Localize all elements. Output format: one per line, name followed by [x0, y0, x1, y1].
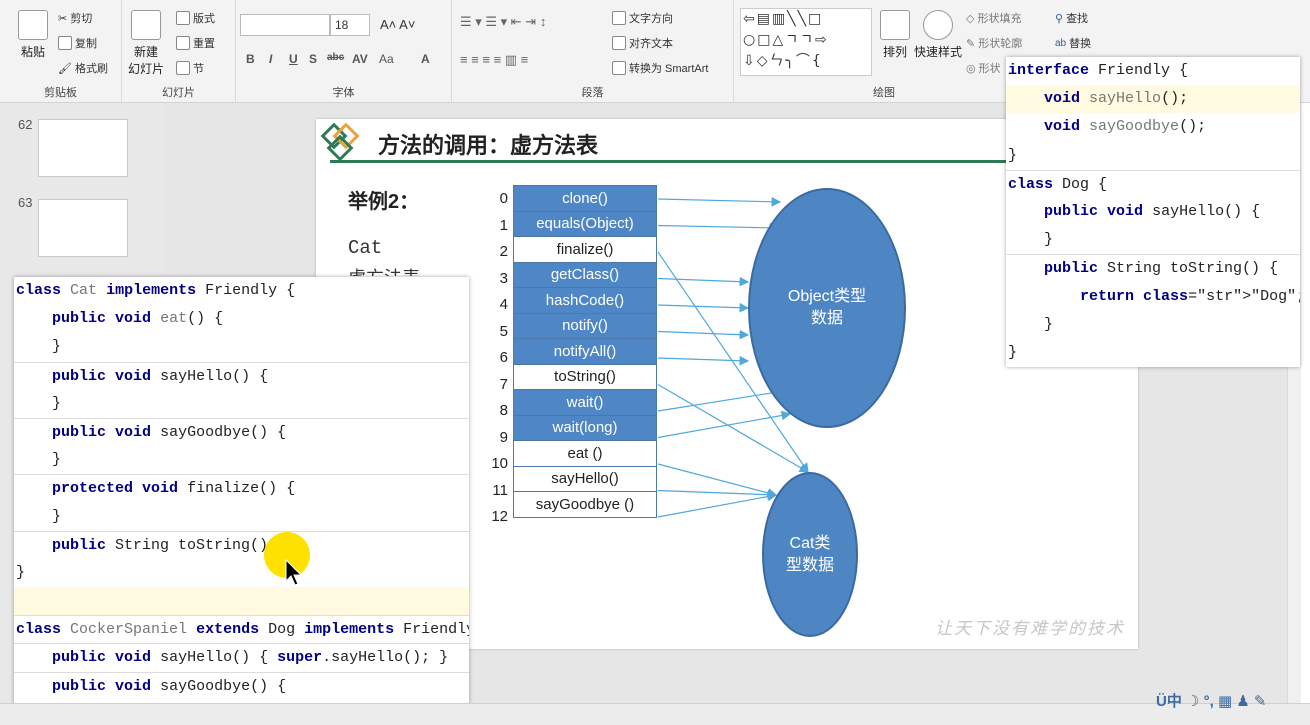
code-line: void sayHello(); [1006, 85, 1300, 114]
vtable-arrow [657, 196, 782, 207]
code-line: public void eat() { [52, 310, 224, 328]
code-line: } [1008, 146, 1018, 164]
code-line: public void sayGoodbye() { [14, 671, 469, 700]
code-line: public void sayHello() { super.sayHello(… [14, 643, 469, 671]
vtable-entry: hashCode() [513, 287, 657, 314]
cat-type-data-circle: Cat类 型数据 [762, 472, 858, 637]
vtable-entry: getClass() [513, 261, 657, 288]
code-line: } [1008, 315, 1054, 333]
code-line: public void sayHello() { [1044, 202, 1261, 220]
code-line: } [16, 338, 62, 356]
object-type-data-circle: Object类型 数据 [748, 188, 906, 428]
vtable-index: 12 [491, 508, 508, 525]
code-line: } [16, 451, 62, 469]
vtable-entry: clone() [513, 185, 657, 212]
watermark: 让天下没有难学的技术 [935, 619, 1125, 639]
vtable-arrow [657, 223, 780, 233]
vtable-index: 6 [499, 349, 508, 366]
code-line: return class="str">"Dog"; [1080, 287, 1300, 305]
code-line: public void sayHello() { [14, 361, 469, 390]
vtable-arrow [657, 386, 792, 412]
code-line: public void sayGoodbye() { [14, 417, 469, 446]
code-line: public String toString(){} [14, 530, 469, 559]
vtable-arrow [657, 302, 750, 313]
vtable-index: 4 [499, 296, 508, 313]
vtable-index: 3 [499, 269, 508, 287]
virtual-method-table: clone() equals(Object) finalize() getClass(… [513, 185, 657, 518]
ime-logo-icon: Ü [1156, 693, 1167, 710]
code-line: void sayGoodbye(); [1044, 118, 1207, 136]
vtable-index: 8 [499, 402, 508, 419]
friendly-dog-code-panel: interface Friendly { void sayHello(); vo… [1006, 57, 1300, 367]
cat-code-panel: class Cat implements Friendly { public v… [14, 277, 469, 707]
vtable-entry: wait() [513, 389, 657, 416]
vtable-index: 7 [499, 375, 508, 393]
ime-indicator[interactable]: Ü中 ☽ °, ▦ ♟ ✎ [1156, 690, 1267, 711]
vtable-entry: eat () [513, 440, 657, 467]
vtable-entry: wait(long) [513, 414, 657, 441]
vtable-arrow [657, 276, 750, 287]
code-line: } [1008, 231, 1054, 249]
code-line: } [16, 394, 62, 412]
vtable-index: 5 [499, 322, 508, 340]
mouse-cursor-icon [285, 559, 303, 586]
vtable-index: 1 [499, 216, 508, 234]
vtable-index: 9 [499, 428, 508, 446]
vtable-entry: toString() [513, 363, 657, 390]
code-line: } [1008, 343, 1018, 361]
vtable-arrow [657, 491, 778, 518]
code-line: } [16, 563, 26, 581]
code-line: public String toString() { [1006, 254, 1300, 282]
code-line: interface Friendly { [1008, 62, 1189, 79]
vtable-entry: notify() [513, 312, 657, 339]
vtable-index: 0 [499, 190, 508, 207]
vtable-arrow [657, 489, 778, 500]
vtable-index: 11 [492, 481, 508, 499]
vtable-entry: equals(Object) [513, 210, 657, 237]
vtable-entry: notifyAll() [513, 338, 657, 365]
code-line: } [16, 507, 62, 525]
vtable-arrow [657, 463, 778, 498]
status-bar [0, 703, 1310, 725]
code-line: class CockerSpaniel extends Dog implemen… [14, 615, 469, 643]
vtable-entry: finalize() [513, 236, 657, 263]
vtable-entry: sayHello() [513, 465, 657, 492]
code-line: class Cat implements Friendly { [16, 282, 296, 299]
vtable-entry: sayGoodbye () [513, 491, 657, 518]
vtable-index: 10 [491, 455, 508, 472]
vtable-arrow [657, 329, 750, 340]
code-line: class Dog { [1006, 169, 1300, 198]
vtable-arrow [657, 355, 750, 366]
code-line: protected void finalize() { [14, 474, 469, 502]
code-line [14, 587, 469, 616]
vtable-index: 2 [499, 243, 508, 260]
